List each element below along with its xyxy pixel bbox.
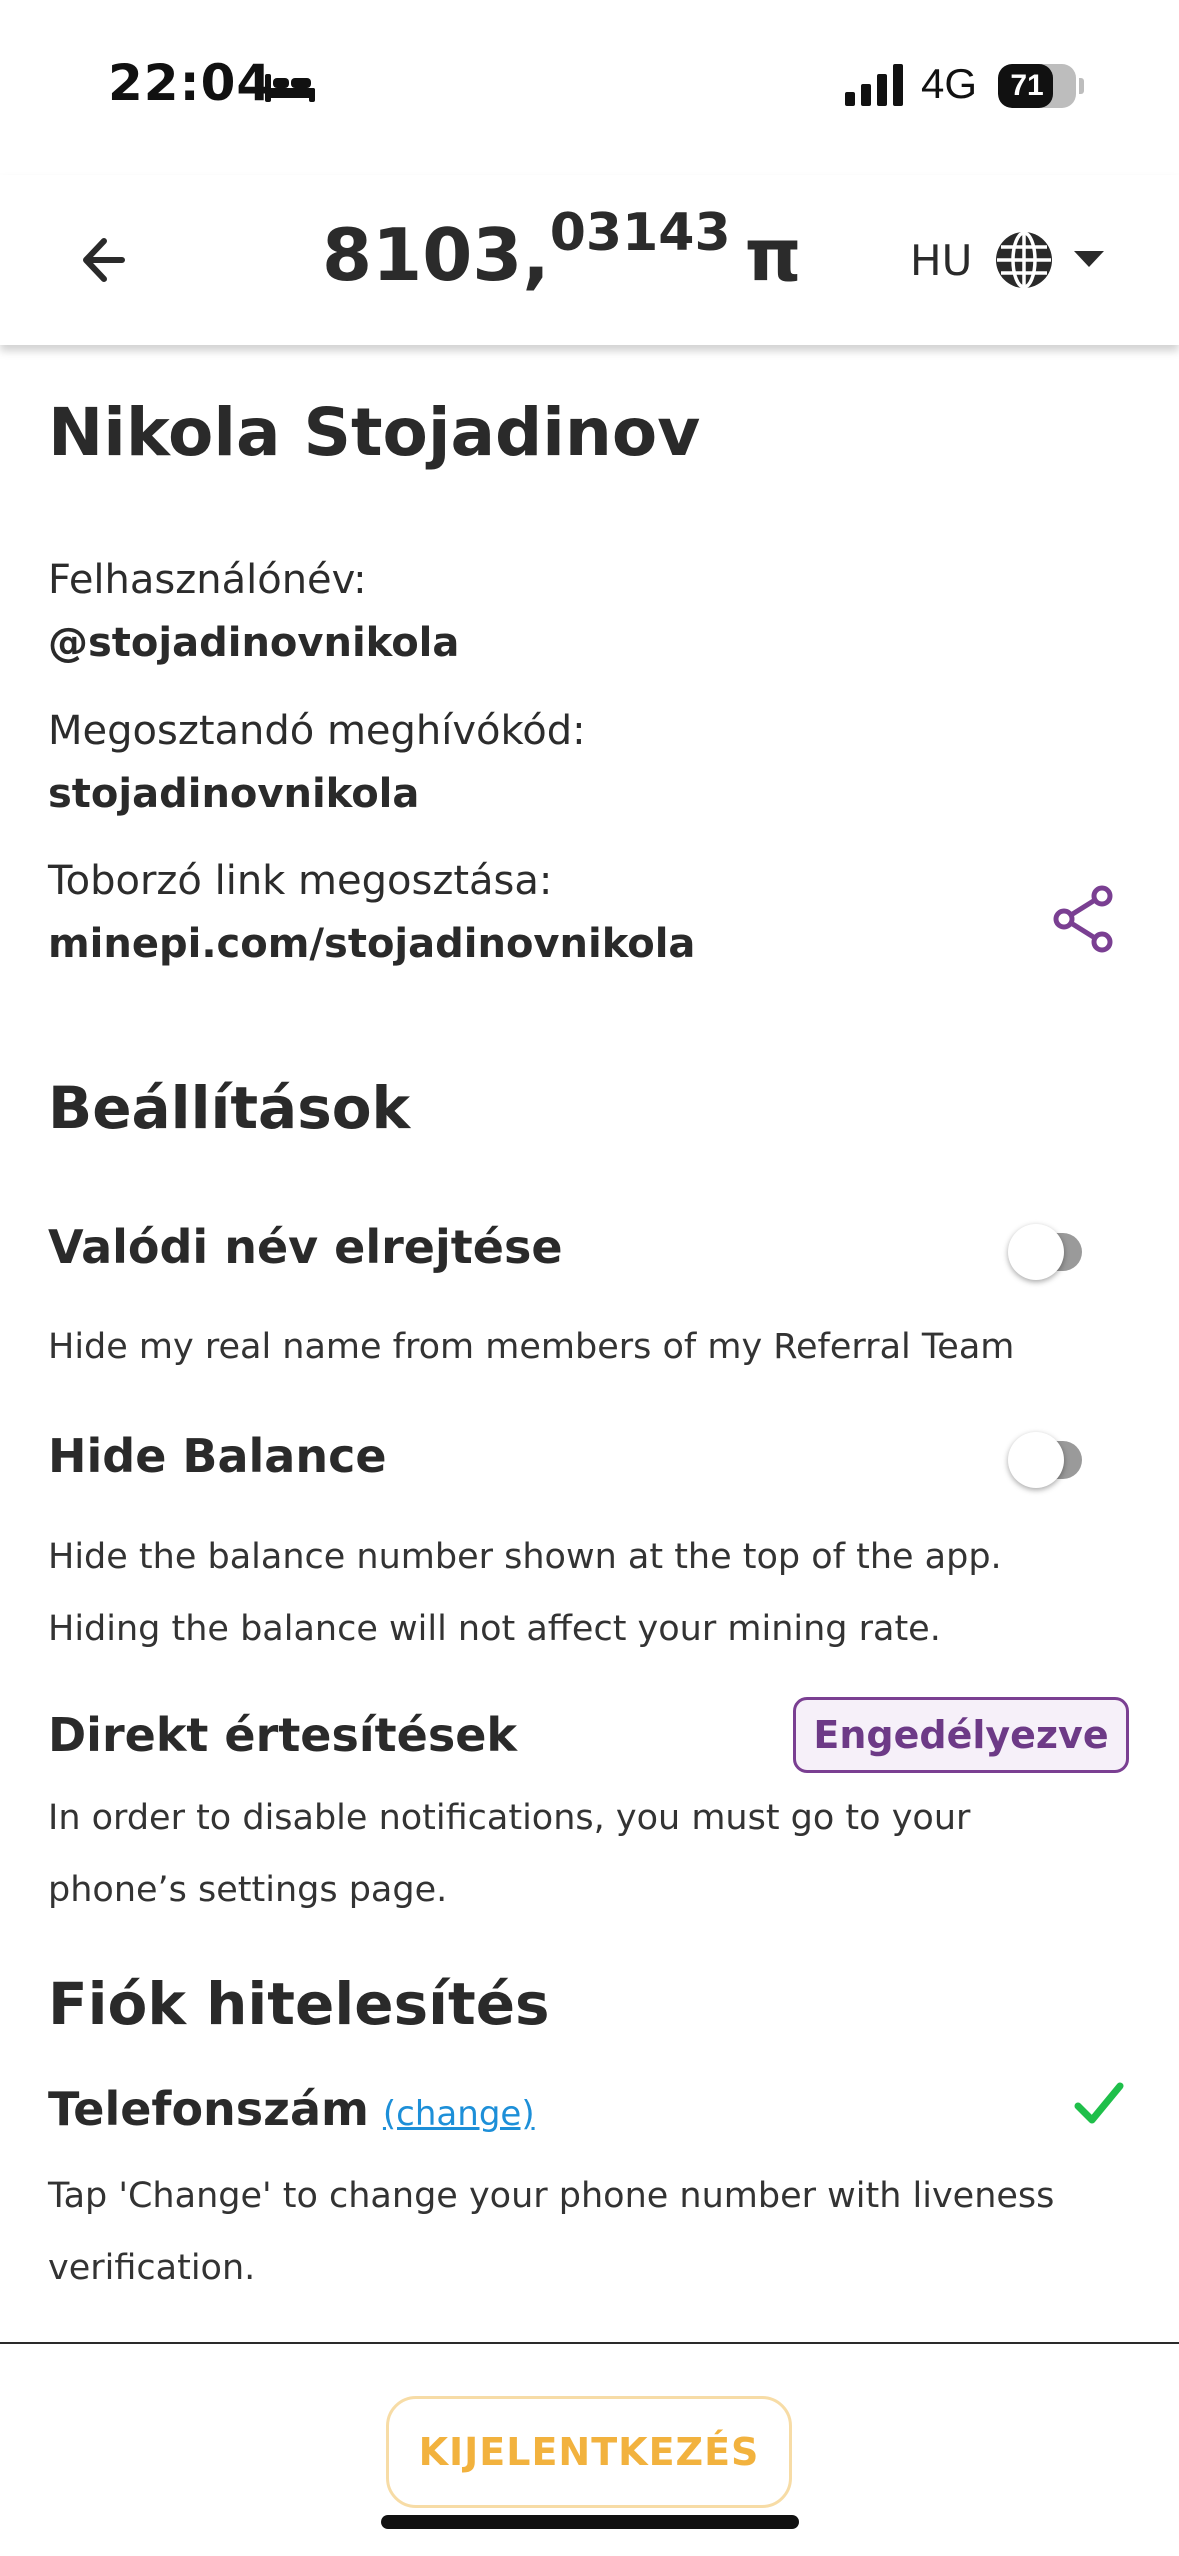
referral-link-label: Toborzó link megosztása: [48,858,553,904]
share-icon[interactable] [1050,884,1120,954]
top-header: 8103,03143 π HU [0,175,1179,345]
invite-code-label: Megosztandó meghívókód: [48,708,586,754]
toggle-knob [1008,1432,1064,1488]
network-type: 4G [921,60,978,107]
hide-balance-description: Hide the balance number shown at the top… [48,1537,1002,1649]
bottom-divider [0,2342,1179,2344]
status-time: 22:04 [108,54,273,112]
hide-name-description: Hide my real name from members of my Ref… [48,1327,1015,1367]
phone-description: Tap 'Change' to change your phone number… [48,2176,1055,2288]
phone-title: Telefonszám [48,2082,369,2136]
balance-display: 8103,03143 π [322,203,802,313]
caret-down-icon [1074,251,1105,267]
username-value: @stojadinovnikola [48,620,460,666]
username-label: Felhasználónév: [48,557,367,603]
hide-name-title: Valódi név elrejtése [48,1220,563,1274]
settings-title: Beállítások [48,1074,411,1142]
signal-bars-icon [845,64,903,106]
hide-name-toggle[interactable] [968,1214,1118,1284]
globe-icon [996,231,1053,289]
battery-icon: 71 [998,64,1076,108]
logout-button[interactable]: KIJELENTKEZÉS [386,2396,792,2508]
verification-title: Fiók hitelesítés [48,1970,550,2038]
notifications-enabled-badge[interactable]: Engedélyezve [793,1697,1129,1773]
toggle-knob [1008,1224,1064,1280]
phone-row: Telefonszám (change) [48,2082,535,2136]
hide-balance-title: Hide Balance [48,1429,387,1483]
invite-code-value: stojadinovnikola [48,771,420,817]
referral-link-value: minepi.com/stojadinovnikola [48,921,696,967]
language-code: HU [910,235,973,285]
hide-balance-toggle[interactable] [968,1422,1118,1492]
balance-integer: 8103, [322,213,550,297]
pi-symbol: π [744,213,802,297]
change-phone-link[interactable]: (change) [383,2094,535,2134]
notifications-title: Direkt értesítések [48,1708,518,1762]
notifications-description: In order to disable notifications, you m… [48,1798,971,1910]
status-bar: 22:04 4G 71 [0,0,1179,175]
bed-icon [265,74,315,102]
profile-name: Nikola Stojadinov [48,394,701,471]
balance-decimals: 03143 [549,203,731,263]
language-selector[interactable]: HU [910,225,1105,295]
battery-level: 71 [1010,69,1044,102]
back-arrow-icon[interactable] [72,225,142,295]
battery-nub [1079,78,1084,94]
home-indicator [381,2515,799,2529]
check-icon [1074,2082,1124,2124]
